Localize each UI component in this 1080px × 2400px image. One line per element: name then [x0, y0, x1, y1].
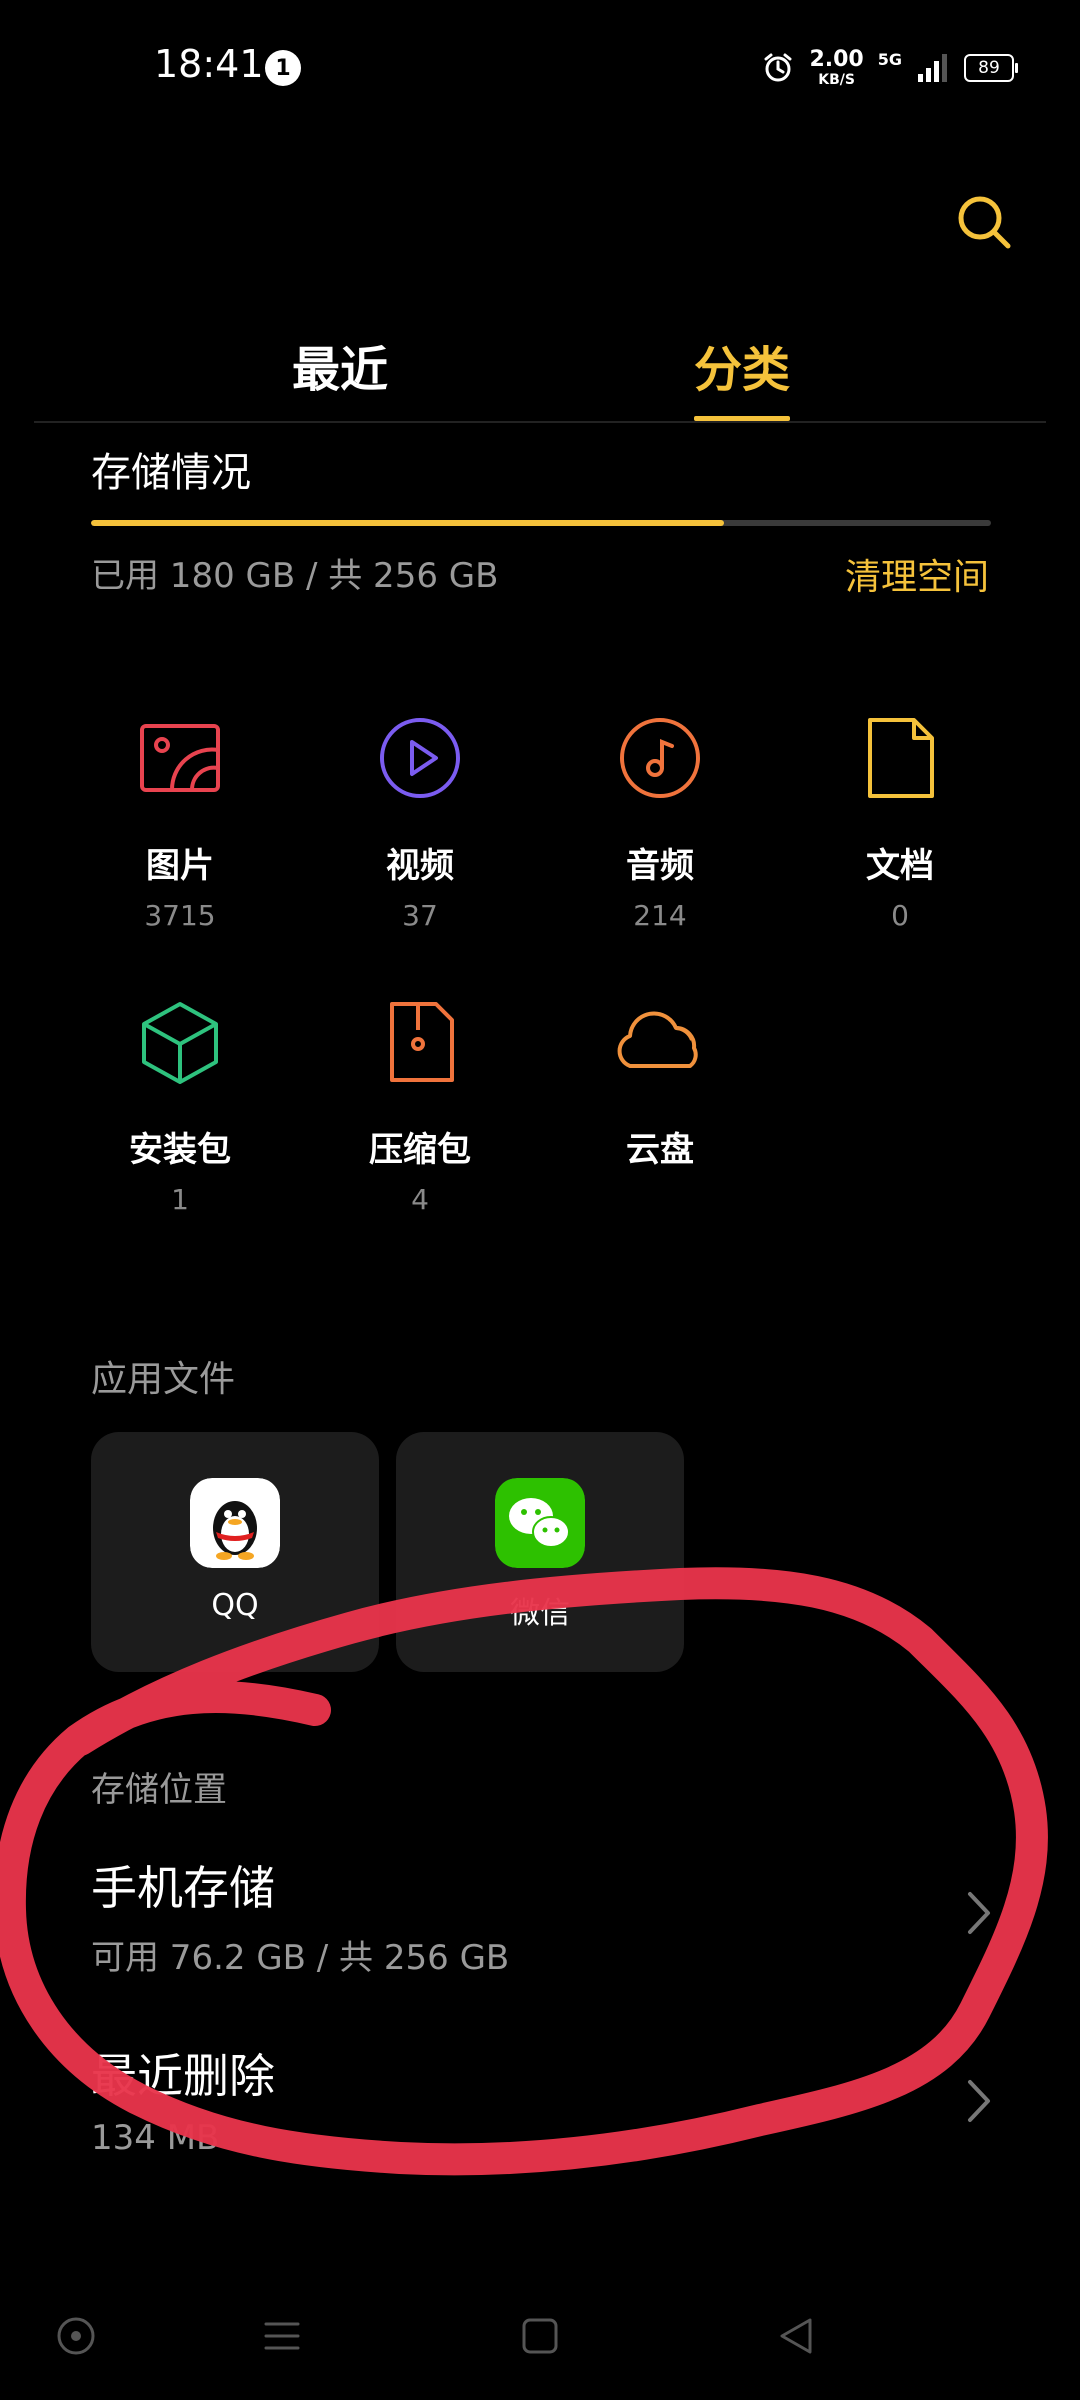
category-count: 3715: [144, 899, 216, 932]
app-files-title: 应用文件: [91, 1359, 236, 1400]
app-label: 微信: [510, 1596, 570, 1631]
category-label: 压缩包: [369, 1130, 471, 1170]
category-label: 文档: [866, 846, 934, 886]
category-videos[interactable]: 视频 37: [300, 698, 540, 932]
category-documents[interactable]: 文档 0: [780, 698, 1020, 932]
qq-icon: [190, 1478, 280, 1568]
app-card-qq[interactable]: QQ: [91, 1432, 379, 1672]
network-speed-value: 2.00: [809, 47, 864, 72]
file-manager-screen: 18:41 1 2.00 KB/S 5G 89 最近 分类 存储情况 已用 18: [0, 0, 1080, 2400]
status-time: 18:41: [154, 42, 264, 86]
tab-divider: [34, 421, 1046, 423]
location-recently-deleted[interactable]: 最近删除 134 MB: [0, 2040, 1080, 2210]
video-icon: [380, 718, 460, 798]
notification-badge: 1: [265, 50, 301, 86]
audio-icon: [620, 718, 700, 798]
app-label: QQ: [211, 1588, 259, 1623]
category-count: 37: [402, 899, 438, 932]
app-card-wechat[interactable]: 微信: [396, 1432, 684, 1672]
storage-usage-bar: [91, 520, 991, 526]
storage-title: 存储情况: [91, 450, 251, 496]
system-navigation-bar: [0, 2300, 1080, 2370]
category-count: 214: [633, 899, 687, 932]
document-icon: [868, 718, 934, 798]
back-icon[interactable]: [774, 2314, 818, 2358]
battery-indicator: 89: [964, 54, 1018, 82]
home-icon[interactable]: [518, 2314, 562, 2358]
category-count: 4: [411, 1183, 429, 1216]
tab-recent[interactable]: 最近: [292, 330, 388, 400]
alarm-icon: [764, 53, 792, 82]
category-label: 云盘: [626, 1130, 694, 1170]
cloud-icon: [617, 1011, 698, 1068]
category-count: 1: [171, 1183, 189, 1216]
storage-usage-fill: [91, 520, 724, 526]
category-cloud[interactable]: 云盘: [540, 982, 780, 1171]
category-archives[interactable]: 压缩包 4: [300, 982, 540, 1216]
chevron-right-icon: [968, 2080, 990, 2122]
category-label: 音频: [626, 846, 694, 886]
archive-icon: [390, 1002, 454, 1082]
category-label: 安装包: [129, 1130, 231, 1170]
network-speed: 2.00 KB/S: [809, 47, 864, 88]
category-count: 0: [891, 899, 909, 932]
category-label: 视频: [386, 846, 454, 886]
image-icon: [140, 724, 220, 792]
search-icon[interactable]: [954, 192, 1014, 252]
status-indicators: 2.00 KB/S 5G 89: [761, 46, 1018, 90]
wechat-icon: [495, 1478, 585, 1568]
location-detail: 可用 76.2 GB / 共 256 GB: [91, 1938, 510, 1978]
network-type: 5G: [877, 50, 902, 69]
location-name: 最近删除: [91, 2049, 275, 2103]
category-packages[interactable]: 安装包 1: [60, 982, 300, 1216]
location-phone-storage[interactable]: 手机存储 可用 76.2 GB / 共 256 GB: [0, 1852, 1080, 2022]
assistant-icon[interactable]: [54, 2314, 98, 2358]
signal-icon: [918, 54, 947, 82]
category-label: 图片: [146, 846, 214, 886]
storage-locations-title: 存储位置: [91, 1770, 227, 1810]
location-detail: 134 MB: [91, 2118, 220, 2158]
location-name: 手机存储: [91, 1861, 275, 1915]
chevron-right-icon: [968, 1892, 990, 1934]
tab-category[interactable]: 分类: [694, 330, 790, 400]
network-speed-unit: KB/S: [818, 72, 855, 88]
menu-icon[interactable]: [260, 2314, 304, 2358]
package-icon: [142, 1002, 218, 1084]
clean-space-button[interactable]: 清理空间: [845, 548, 989, 600]
category-audio[interactable]: 音频 214: [540, 698, 780, 932]
category-images[interactable]: 图片 3715: [60, 698, 300, 932]
storage-usage-text: 已用 180 GB / 共 256 GB: [91, 556, 499, 596]
